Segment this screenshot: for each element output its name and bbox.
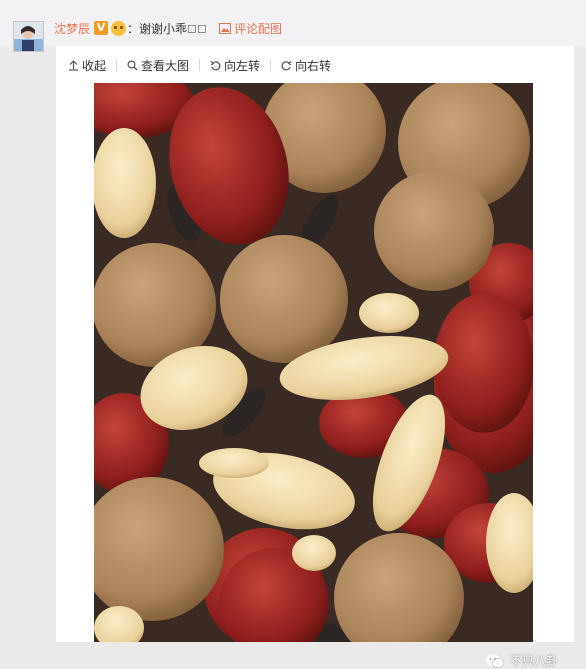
toolbar-divider — [116, 59, 118, 71]
view-large-button[interactable]: 查看大图 — [127, 57, 189, 74]
comment-line: 沈梦辰 V ：谢谢小乖 ◻◻ 评论配图 — [54, 18, 282, 38]
rotate-left-button[interactable]: 向左转 — [210, 57, 260, 74]
toolbar-divider — [270, 59, 272, 71]
wechat-icon — [485, 654, 505, 668]
rotate-right-label: 向右转 — [295, 58, 332, 73]
image-preview-panel: 收起 查看大图 向左转 向右转 不只八卦 — [56, 46, 574, 668]
emoji-icon — [111, 20, 127, 36]
watermark: 不只八卦 — [485, 652, 558, 669]
comment-image-link[interactable]: 评论配图 — [218, 20, 282, 37]
image-icon — [218, 22, 231, 34]
comment-text: ：谢谢小乖 — [127, 21, 188, 36]
collapse-button[interactable]: 收起 — [68, 57, 106, 74]
search-icon — [127, 59, 138, 70]
rotate-right-icon — [281, 60, 292, 70]
missing-glyphs: ◻◻ — [187, 21, 207, 35]
username-link[interactable]: 沈梦辰 — [54, 20, 90, 37]
comment-row: 沈梦辰 V ：谢谢小乖 ◻◻ 评论配图 — [0, 0, 586, 52]
comment-image-link-label: 评论配图 — [233, 21, 282, 36]
dried-fruit-nuts-photo — [94, 83, 533, 642]
verified-badge: V — [94, 21, 109, 35]
watermark-text: 不只八卦 — [509, 654, 558, 668]
collapse-label: 收起 — [82, 58, 107, 73]
rotate-left-label: 向左转 — [224, 58, 261, 73]
comment-photo[interactable] — [94, 83, 533, 642]
rotate-left-icon — [210, 60, 221, 70]
view-large-label: 查看大图 — [141, 58, 190, 73]
avatar[interactable] — [13, 21, 44, 52]
toolbar-divider — [199, 59, 201, 71]
arrow-up-icon — [69, 59, 78, 71]
image-toolbar: 收起 查看大图 向左转 向右转 — [56, 46, 574, 84]
rotate-right-button[interactable]: 向右转 — [281, 57, 331, 74]
